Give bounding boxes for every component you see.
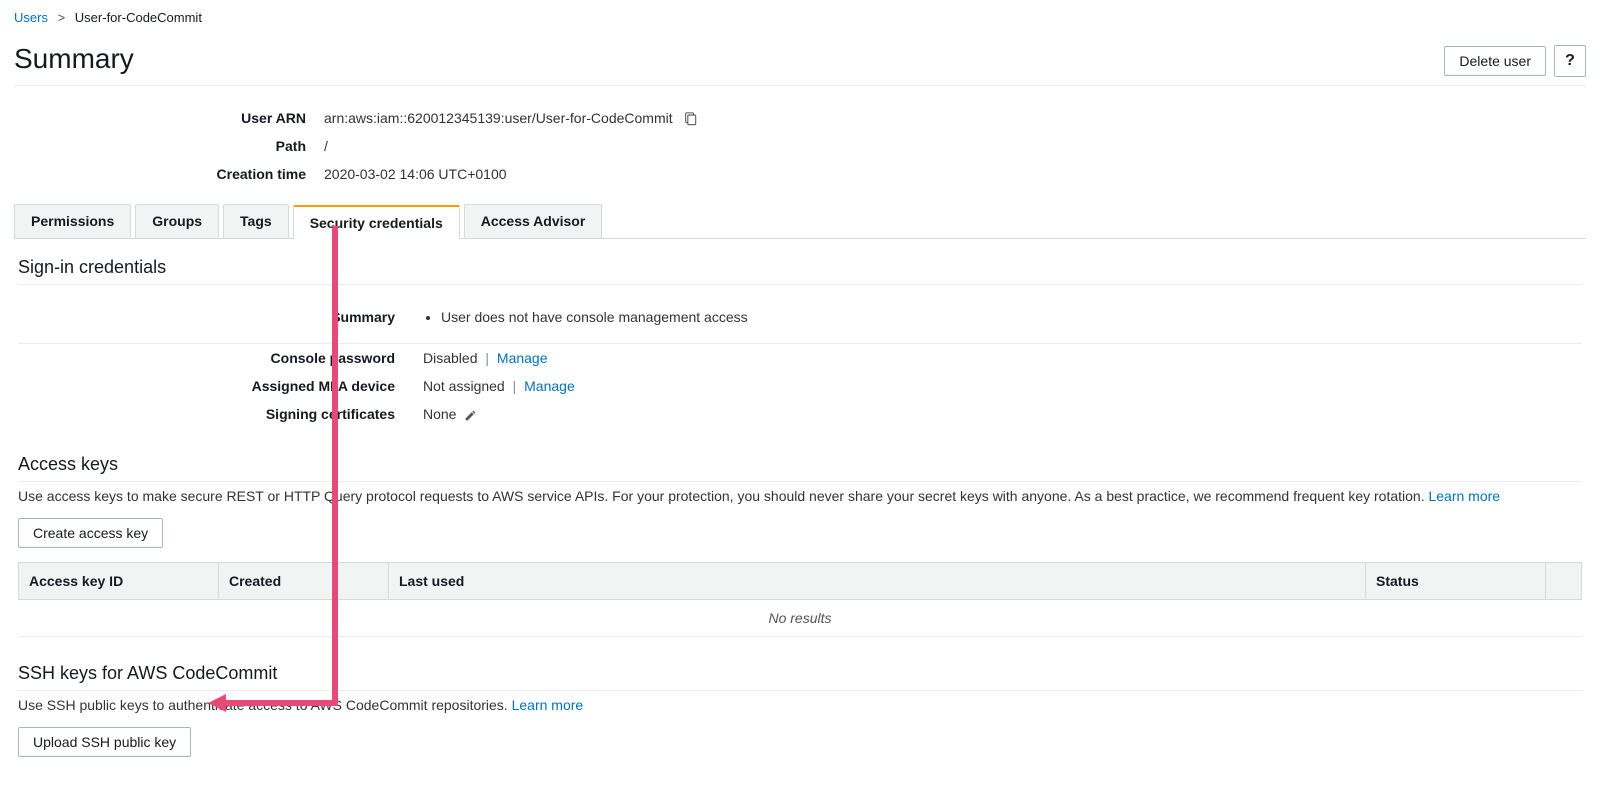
- signing-cert-label: Signing certificates: [18, 406, 423, 422]
- path-label: Path: [14, 138, 324, 154]
- signing-cert-value: None: [423, 406, 456, 422]
- upload-ssh-public-key-button[interactable]: Upload SSH public key: [18, 727, 191, 757]
- access-keys-learn-more-link[interactable]: Learn more: [1428, 488, 1500, 504]
- manage-mfa-link[interactable]: Manage: [524, 378, 575, 394]
- access-keys-desc: Use access keys to make secure REST or H…: [18, 488, 1428, 504]
- tab-permissions[interactable]: Permissions: [14, 204, 131, 238]
- tabs: Permissions Groups Tags Security credent…: [14, 204, 1586, 239]
- tab-tags[interactable]: Tags: [223, 204, 289, 238]
- mfa-value: Not assigned: [423, 378, 505, 394]
- breadcrumb: Users > User-for-CodeCommit: [14, 10, 1586, 25]
- breadcrumb-current: User-for-CodeCommit: [75, 10, 202, 25]
- path-value: /: [324, 138, 328, 154]
- ssh-keys-heading: SSH keys for AWS CodeCommit: [18, 663, 1582, 691]
- col-actions: [1546, 563, 1582, 600]
- col-status[interactable]: Status: [1366, 563, 1546, 600]
- col-last-used[interactable]: Last used: [389, 563, 1366, 600]
- tab-groups[interactable]: Groups: [135, 204, 219, 238]
- console-password-label: Console password: [18, 350, 423, 366]
- console-password-value: Disabled: [423, 350, 477, 366]
- access-keys-table: Access key ID Created Last used Status N…: [18, 562, 1582, 637]
- divider: |: [485, 350, 489, 366]
- creation-time-value: 2020-03-02 14:06 UTC+0100: [324, 166, 507, 182]
- access-keys-heading: Access keys: [18, 454, 1582, 482]
- ssh-learn-more-link[interactable]: Learn more: [512, 697, 584, 713]
- user-arn-label: User ARN: [14, 110, 324, 126]
- no-results-row: No results: [19, 600, 1582, 637]
- annotation-arrowhead-icon: [208, 694, 226, 712]
- breadcrumb-users-link[interactable]: Users: [14, 10, 48, 25]
- copy-icon[interactable]: [683, 112, 697, 126]
- divider: |: [513, 378, 517, 394]
- pencil-icon[interactable]: [464, 409, 477, 422]
- breadcrumb-separator: >: [58, 10, 66, 25]
- col-access-key-id[interactable]: Access key ID: [19, 563, 219, 600]
- help-button[interactable]: ?: [1554, 45, 1586, 77]
- creation-time-label: Creation time: [14, 166, 324, 182]
- help-icon: ?: [1565, 52, 1575, 70]
- create-access-key-button[interactable]: Create access key: [18, 518, 163, 548]
- mfa-label: Assigned MFA device: [18, 378, 423, 394]
- ssh-desc: Use SSH public keys to authenticate acce…: [18, 697, 512, 713]
- tab-security-credentials[interactable]: Security credentials: [293, 205, 460, 239]
- summary-label: Summary: [18, 309, 423, 325]
- col-created[interactable]: Created: [219, 563, 389, 600]
- signin-credentials-heading: Sign-in credentials: [18, 257, 1582, 285]
- tab-access-advisor[interactable]: Access Advisor: [464, 204, 603, 238]
- user-arn-value: arn:aws:iam::620012345139:user/User-for-…: [324, 110, 673, 126]
- manage-console-password-link[interactable]: Manage: [497, 350, 548, 366]
- delete-user-button[interactable]: Delete user: [1444, 46, 1546, 76]
- page-title: Summary: [14, 43, 134, 75]
- summary-bullet: User does not have console management ac…: [441, 309, 748, 325]
